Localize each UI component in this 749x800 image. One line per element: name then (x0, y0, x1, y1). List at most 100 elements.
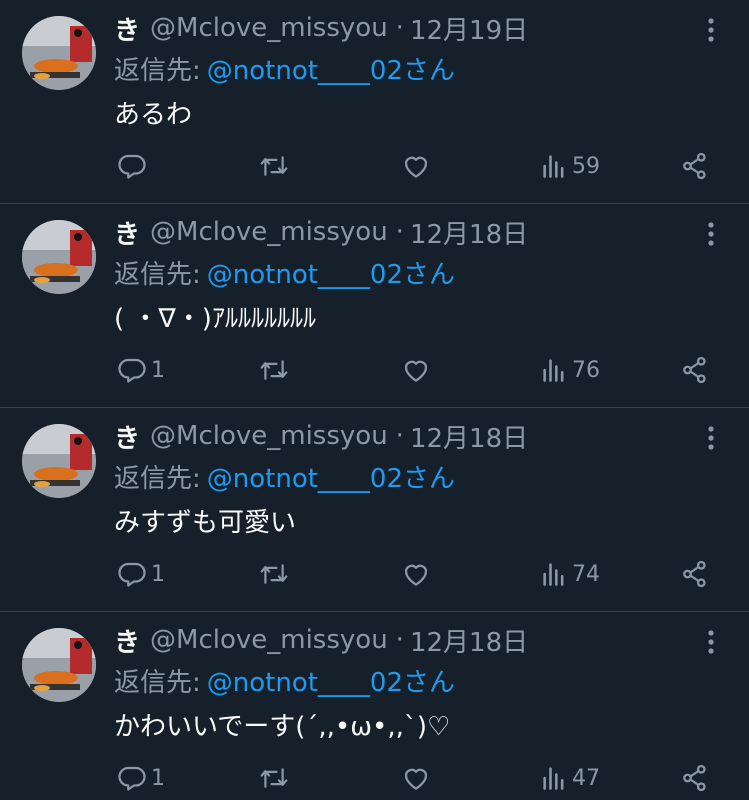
tweet-date[interactable]: 12月19日 (410, 10, 528, 47)
share-button[interactable] (680, 350, 710, 390)
tweet-header: き @Mclove_missyou · 12月19日 (114, 10, 689, 46)
action-bar: 1 76 (0, 350, 749, 390)
more-vertical-icon[interactable] (697, 218, 725, 250)
tweet[interactable]: き @Mclove_missyou · 12月19日 返信先: @notnot_… (0, 0, 749, 204)
reply-count: 1 (151, 561, 165, 587)
reply-prefix: 返信先: (114, 667, 201, 698)
view-count: 76 (572, 357, 600, 383)
retweet-button[interactable] (258, 554, 290, 594)
retweet-icon (258, 355, 290, 385)
avatar[interactable] (22, 220, 96, 294)
tweet-text: かわいいでーす(´,,•ω•,,`)♡ (114, 711, 451, 742)
user-handle[interactable]: @Mclove_missyou (150, 13, 388, 43)
separator-dot: · (395, 421, 404, 451)
reply-icon (117, 763, 147, 793)
tweet-text: あるわ (114, 99, 193, 130)
reply-to-link[interactable]: @notnot____02さん (207, 50, 455, 87)
more-vertical-icon[interactable] (697, 422, 725, 454)
reply-button[interactable]: 1 (117, 758, 165, 798)
view-count: 47 (572, 765, 600, 791)
more-vertical-icon[interactable] (697, 14, 725, 46)
reply-count: 1 (151, 357, 165, 383)
share-icon (680, 763, 710, 793)
share-icon (680, 355, 710, 385)
avatar[interactable] (22, 628, 96, 702)
tweet-header: き @Mclove_missyou · 12月18日 (114, 622, 689, 658)
heart-icon (401, 763, 431, 793)
tweet-text: みすずも可愛い (114, 507, 297, 538)
user-handle[interactable]: @Mclove_missyou (150, 421, 388, 451)
reply-feed: き @Mclove_missyou · 12月19日 返信先: @notnot_… (0, 0, 749, 800)
view-count: 74 (572, 561, 600, 587)
reply-button[interactable]: 1 (117, 554, 165, 594)
view-count: 59 (572, 153, 600, 179)
action-bar: 1 47 (0, 758, 749, 798)
heart-icon (401, 151, 431, 181)
like-button[interactable] (401, 350, 431, 390)
display-name[interactable]: き (114, 214, 140, 251)
heart-icon (401, 559, 431, 589)
views-button[interactable]: 74 (540, 554, 600, 594)
share-icon (680, 559, 710, 589)
reply-button[interactable]: 1 (117, 350, 165, 390)
views-button[interactable]: 76 (540, 350, 600, 390)
reply-icon (117, 151, 147, 181)
reply-prefix: 返信先: (114, 259, 201, 290)
reply-context: 返信先: @notnot____02さん (114, 662, 455, 698)
reply-prefix: 返信先: (114, 55, 201, 86)
tweet-date[interactable]: 12月18日 (410, 622, 528, 659)
retweet-button[interactable] (258, 758, 290, 798)
reply-icon (117, 355, 147, 385)
views-button[interactable]: 59 (540, 146, 600, 186)
reply-to-link[interactable]: @notnot____02さん (207, 254, 455, 291)
reply-count: 1 (151, 765, 165, 791)
reply-context: 返信先: @notnot____02さん (114, 254, 455, 290)
display-name[interactable]: き (114, 10, 140, 47)
retweet-button[interactable] (258, 146, 290, 186)
reply-button[interactable] (117, 146, 151, 186)
tweet[interactable]: き @Mclove_missyou · 12月18日 返信先: @notnot_… (0, 612, 749, 800)
more-vertical-icon[interactable] (697, 626, 725, 658)
tweet-header: き @Mclove_missyou · 12月18日 (114, 418, 689, 454)
like-button[interactable] (401, 554, 431, 594)
tweet-text: ( ・∇・)ｱﾙﾙﾙﾙﾙﾙﾙ (114, 303, 316, 334)
tweet-date[interactable]: 12月18日 (410, 418, 528, 455)
tweet-date[interactable]: 12月18日 (410, 214, 528, 251)
separator-dot: · (395, 217, 404, 247)
reply-to-link[interactable]: @notnot____02さん (207, 662, 455, 699)
like-button[interactable] (401, 146, 431, 186)
retweet-button[interactable] (258, 350, 290, 390)
action-bar: 59 (0, 146, 749, 186)
reply-prefix: 返信先: (114, 463, 201, 494)
retweet-icon (258, 559, 290, 589)
retweet-icon (258, 151, 290, 181)
reply-context: 返信先: @notnot____02さん (114, 50, 455, 86)
display-name[interactable]: き (114, 418, 140, 455)
tweet-header: き @Mclove_missyou · 12月18日 (114, 214, 689, 250)
share-button[interactable] (680, 758, 710, 798)
separator-dot: · (395, 13, 404, 43)
like-button[interactable] (401, 758, 431, 798)
views-icon (540, 764, 568, 792)
reply-context: 返信先: @notnot____02さん (114, 458, 455, 494)
share-icon (680, 151, 710, 181)
reply-icon (117, 559, 147, 589)
views-icon (540, 560, 568, 588)
tweet[interactable]: き @Mclove_missyou · 12月18日 返信先: @notnot_… (0, 204, 749, 408)
avatar[interactable] (22, 16, 96, 90)
separator-dot: · (395, 625, 404, 655)
avatar[interactable] (22, 424, 96, 498)
retweet-icon (258, 763, 290, 793)
heart-icon (401, 355, 431, 385)
display-name[interactable]: き (114, 622, 140, 659)
views-icon (540, 356, 568, 384)
reply-to-link[interactable]: @notnot____02さん (207, 458, 455, 495)
share-button[interactable] (680, 146, 710, 186)
views-button[interactable]: 47 (540, 758, 600, 798)
views-icon (540, 152, 568, 180)
user-handle[interactable]: @Mclove_missyou (150, 217, 388, 247)
user-handle[interactable]: @Mclove_missyou (150, 625, 388, 655)
share-button[interactable] (680, 554, 710, 594)
tweet[interactable]: き @Mclove_missyou · 12月18日 返信先: @notnot_… (0, 408, 749, 612)
action-bar: 1 74 (0, 554, 749, 594)
